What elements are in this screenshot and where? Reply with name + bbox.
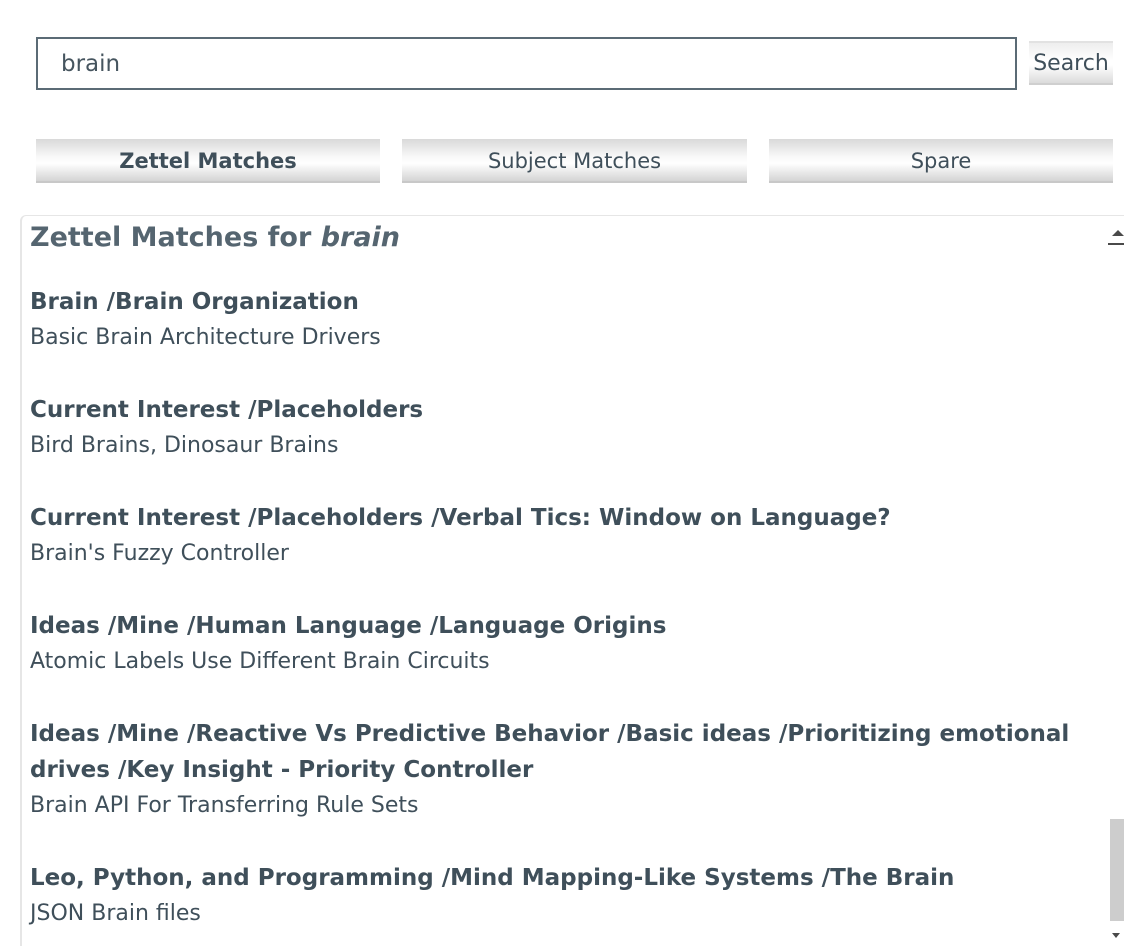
tab-subject-matches[interactable]: Subject Matches <box>402 139 747 183</box>
vertical-scrollbar[interactable] <box>1108 216 1124 946</box>
results-heading-prefix: Zettel Matches for <box>30 222 321 253</box>
result-title[interactable]: Brain API For Transferring Rule Sets <box>30 788 1110 824</box>
results-heading: Zettel Matches for brain <box>30 222 400 253</box>
result-title[interactable]: Atomic Labels Use Different Brain Circui… <box>30 644 1110 680</box>
results-heading-term: brain <box>320 222 401 253</box>
tab-zettel-matches[interactable]: Zettel Matches <box>36 139 380 183</box>
result-list: Brain /Brain Organization Basic Brain Ar… <box>30 284 1110 946</box>
result-title[interactable]: Bird Brains, Dinosaur Brains <box>30 428 1110 464</box>
result-path[interactable]: Leo, Python, and Programming /Mind Mappi… <box>30 860 1110 896</box>
search-bar: Search <box>0 0 1124 110</box>
scroll-thumb[interactable] <box>1110 819 1124 921</box>
scroll-down-arrow-icon[interactable] <box>1108 928 1124 944</box>
results-panel: Zettel Matches for brain Brain /Brain Or… <box>20 215 1124 946</box>
search-button[interactable]: Search <box>1029 41 1113 85</box>
result-title[interactable]: Brain's Fuzzy Controller <box>30 536 1110 572</box>
result-path[interactable]: Ideas /Mine /Human Language /Language Or… <box>30 608 1110 644</box>
result-item[interactable]: Brain /Brain Organization Basic Brain Ar… <box>30 284 1110 356</box>
result-item[interactable]: Leo, Python, and Programming /Mind Mappi… <box>30 860 1110 932</box>
search-input[interactable] <box>36 37 1017 90</box>
result-path[interactable]: Ideas /Mine /Reactive Vs Predictive Beha… <box>30 716 1110 788</box>
result-item[interactable]: Current Interest /Placeholders Bird Brai… <box>30 392 1110 464</box>
result-title[interactable]: Basic Brain Architecture Drivers <box>30 320 1110 356</box>
result-item[interactable]: Ideas /Mine /Reactive Vs Predictive Beha… <box>30 716 1110 824</box>
result-item[interactable]: Ideas /Mine /Human Language /Language Or… <box>30 608 1110 680</box>
result-item[interactable]: Current Interest /Placeholders /Verbal T… <box>30 500 1110 572</box>
scroll-up-arrow-icon[interactable] <box>1108 224 1124 246</box>
result-path[interactable]: Current Interest /Placeholders <box>30 392 1110 428</box>
result-path[interactable]: Current Interest /Placeholders /Verbal T… <box>30 500 1110 536</box>
tab-spare[interactable]: Spare <box>769 139 1113 183</box>
result-path[interactable]: Brain /Brain Organization <box>30 284 1110 320</box>
result-title[interactable]: JSON Brain files <box>30 896 1110 932</box>
